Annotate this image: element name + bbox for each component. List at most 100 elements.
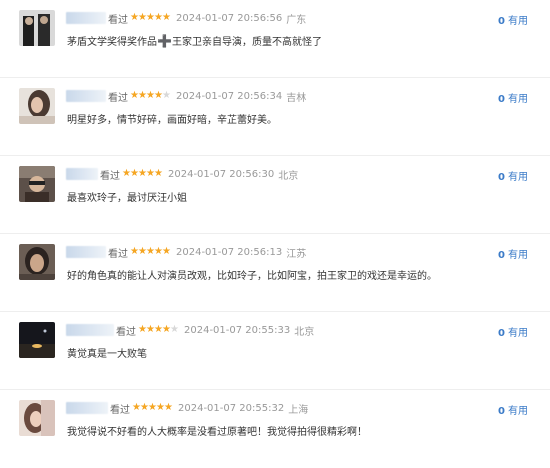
comment-meta: 看过 ★ ★ ★ ★ ★ 2024-01-07 20:55:33 北京 [66,323,315,338]
plus-icon: ➕ [157,34,172,48]
star-icon: ★ [146,168,155,179]
useful-button[interactable]: 0 有用 [498,168,528,183]
watched-label: 看过 [108,248,128,260]
rating-stars: ★ ★ ★ ★ ★ [130,12,171,23]
comment-time: 2024-01-07 20:55:33 [184,324,291,336]
comment-text-part: 王家卫亲自导演，质量不高就怪了 [171,37,322,48]
star-icon: ★ [146,324,155,335]
useful-label: 有用 [508,250,528,261]
useful-label: 有用 [508,172,528,183]
comment-text: 黄觉真是一大败笔 [67,349,147,360]
avatar[interactable] [19,10,55,46]
comment-item: 看过 ★ ★ ★ ★ ★ 2024-01-07 20:55:32 上海 我觉得说不好看的… [0,390,550,468]
comment-text: 最喜欢玲子，最讨厌汪小姐 [67,193,187,204]
star-icon: ★ [138,168,147,179]
rating-stars: ★ ★ ★ ★ ★ [132,402,173,413]
username[interactable] [66,246,106,258]
useful-count: 0 [498,328,505,339]
username[interactable] [66,168,98,180]
comment-time: 2024-01-07 20:56:56 [176,12,283,24]
comment-item: 看过 ★ ★ ★ ★ ★ 2024-01-07 20:56:13 江苏 好的角色真的能让… [0,234,550,312]
comment-text: 明星好多，情节好碎，画面好暗，辛芷蕾好美。 [67,115,277,126]
star-icon: ★ [170,324,179,335]
star-icon: ★ [164,402,173,413]
useful-count: 0 [498,406,505,417]
star-icon: ★ [154,246,163,257]
watched-label: 看过 [108,14,128,26]
useful-label: 有用 [508,406,528,417]
username[interactable] [66,90,106,102]
rating-stars: ★ ★ ★ ★ ★ [122,168,163,179]
comment-text: 茅盾文学奖得奖作品➕王家卫亲自导演，质量不高就怪了 [67,33,322,48]
star-icon: ★ [154,90,163,101]
star-icon: ★ [146,246,155,257]
useful-count: 0 [498,172,505,183]
star-icon: ★ [162,12,171,23]
comment-time: 2024-01-07 20:56:13 [176,246,283,258]
star-icon: ★ [156,402,165,413]
avatar[interactable] [19,322,55,358]
avatar[interactable] [19,166,55,202]
useful-button[interactable]: 0 有用 [498,12,528,27]
comment-time: 2024-01-07 20:56:30 [168,168,275,180]
star-icon: ★ [162,90,171,101]
useful-count: 0 [498,94,505,105]
watched-label: 看过 [100,170,120,182]
rating-stars: ★ ★ ★ ★ ★ [138,324,179,335]
avatar[interactable] [19,88,55,124]
star-icon: ★ [132,402,141,413]
useful-label: 有用 [508,94,528,105]
comment-meta: 看过 ★ ★ ★ ★ ★ 2024-01-07 20:56:13 江苏 [66,245,307,260]
comment-location: 北京 [278,170,299,182]
useful-label: 有用 [508,16,528,27]
comment-text: 我觉得说不好看的人大概率是没看过原著吧！我觉得拍得很精彩啊！ [67,427,367,438]
useful-button[interactable]: 0 有用 [498,324,528,339]
comment-location: 广东 [286,14,307,26]
useful-button[interactable]: 0 有用 [498,246,528,261]
star-icon: ★ [130,246,139,257]
comment-location: 上海 [288,404,309,416]
star-icon: ★ [162,246,171,257]
star-icon: ★ [138,12,147,23]
star-icon: ★ [154,324,163,335]
star-icon: ★ [138,324,147,335]
comment-item: 看过 ★ ★ ★ ★ ★ 2024-01-07 20:56:34 吉林 明星好多，情节好… [0,78,550,156]
star-icon: ★ [140,402,149,413]
star-icon: ★ [138,90,147,101]
comment-time: 2024-01-07 20:56:34 [176,90,283,102]
comment-location: 吉林 [286,92,307,104]
star-icon: ★ [146,12,155,23]
useful-count: 0 [498,250,505,261]
comment-time: 2024-01-07 20:55:32 [178,402,285,414]
comment-location: 江苏 [286,248,307,260]
comment-list: 看过 ★ ★ ★ ★ ★ 2024-01-07 20:56:56 广东 茅盾文学奖得奖作… [0,0,550,460]
star-icon: ★ [148,402,157,413]
avatar[interactable] [19,400,55,436]
star-icon: ★ [154,168,163,179]
star-icon: ★ [130,12,139,23]
username[interactable] [66,402,108,414]
useful-count: 0 [498,16,505,27]
comment-meta: 看过 ★ ★ ★ ★ ★ 2024-01-07 20:56:30 北京 [66,167,299,182]
watched-label: 看过 [110,404,130,416]
star-icon: ★ [162,324,171,335]
star-icon: ★ [130,90,139,101]
comment-item: 看过 ★ ★ ★ ★ ★ 2024-01-07 20:56:30 北京 最喜欢玲子，最讨… [0,156,550,234]
avatar[interactable] [19,244,55,280]
comment-text: 好的角色真的能让人对演员改观，比如玲子，比如阿宝，拍王家卫的戏还是幸运的。 [67,271,437,282]
username[interactable] [66,12,106,24]
username[interactable] [66,324,114,336]
rating-stars: ★ ★ ★ ★ ★ [130,246,171,257]
star-icon: ★ [146,90,155,101]
comment-item: 看过 ★ ★ ★ ★ ★ 2024-01-07 20:55:33 北京 黄觉真是一大败笔… [0,312,550,390]
useful-button[interactable]: 0 有用 [498,402,528,417]
comment-meta: 看过 ★ ★ ★ ★ ★ 2024-01-07 20:55:32 上海 [66,401,309,416]
comment-location: 北京 [294,326,315,338]
watched-label: 看过 [108,92,128,104]
useful-label: 有用 [508,328,528,339]
rating-stars: ★ ★ ★ ★ ★ [130,90,171,101]
useful-button[interactable]: 0 有用 [498,90,528,105]
star-icon: ★ [130,168,139,179]
comment-meta: 看过 ★ ★ ★ ★ ★ 2024-01-07 20:56:34 吉林 [66,89,307,104]
watched-label: 看过 [116,326,136,338]
